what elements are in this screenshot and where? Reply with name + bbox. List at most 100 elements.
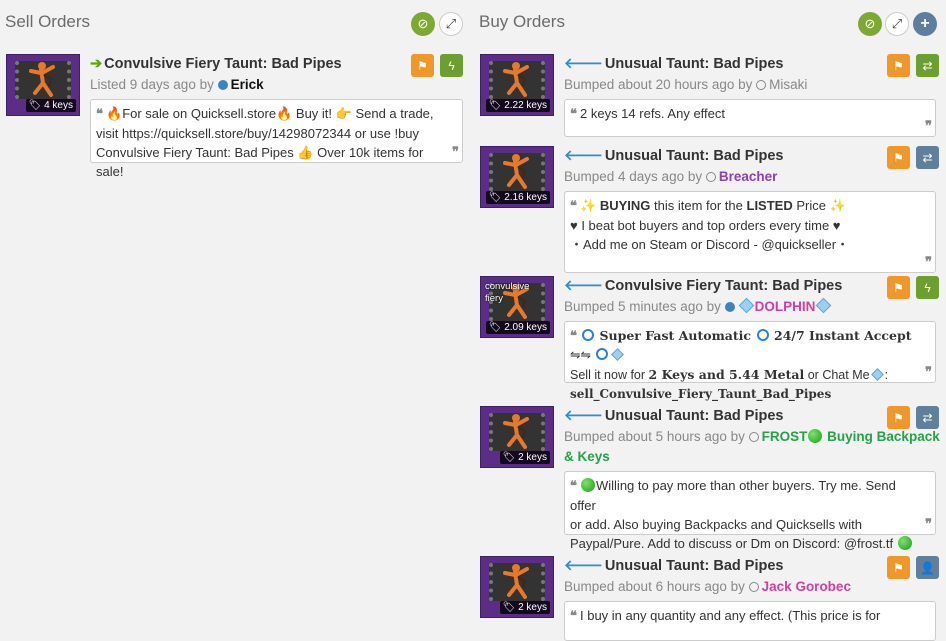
flag-icon: ⚑: [893, 560, 904, 575]
msg-part: ⇋⇋: [570, 348, 591, 362]
item-thumbnail[interactable]: 🏷 2 keys: [480, 556, 554, 618]
item-title-text[interactable]: Unusual Taunt: Bad Pipes: [605, 148, 784, 164]
toggle-visibility-button[interactable]: ⊘: [858, 12, 882, 36]
listing-message: ❝ ✨ BUYING this item for the LISTED Price…: [564, 191, 936, 273]
quote-close-icon: ❞: [925, 517, 932, 532]
add-user-icon: 👤: [920, 560, 935, 575]
item-title[interactable]: 🡐 Unusual Taunt: Bad Pipes: [564, 406, 940, 426]
flag-icon: ⚑: [417, 58, 428, 73]
effect-overlay-text: convulsive fiery: [485, 281, 530, 304]
sparkle-icon: ✨: [580, 198, 597, 213]
expand-button[interactable]: ⤢: [439, 12, 463, 36]
item-title-text[interactable]: Unusual Taunt: Bad Pipes: [605, 56, 784, 72]
quote-open-icon: ❝: [570, 479, 577, 494]
listing-meta: Listed 9 days ago by Erick: [90, 75, 464, 95]
item-thumbnail[interactable]: convulsive fiery 🏷 2.09 keys: [480, 276, 554, 338]
taunt-figure-icon: [503, 152, 529, 189]
report-button[interactable]: ⚑: [887, 556, 910, 579]
eye-slash-icon: ⊘: [417, 16, 429, 31]
lightning-icon: ϟ: [448, 58, 455, 73]
price-tag: 🏷 2 keys: [499, 601, 550, 614]
quote-open-icon: ❝: [570, 199, 577, 214]
cyclone-icon: [582, 329, 594, 341]
item-title[interactable]: 🡐 Unusual Taunt: Bad Pipes: [564, 54, 940, 74]
listing-meta: Bumped 5 minutes ago by DOLPHIN: [564, 297, 940, 317]
listing-content: ➔ Convulsive Fiery Taunt: Bad Pipes Liste…: [90, 54, 464, 179]
meta-text: Listed 9 days ago by: [90, 77, 214, 92]
online-status-icon: [217, 80, 228, 90]
msg-part: or add. Also buying Backpacks and Quicks…: [570, 517, 862, 532]
item-thumbnail[interactable]: 🏷 2.16 keys: [480, 146, 554, 208]
expand-button[interactable]: ⤢: [885, 12, 909, 36]
price-tag: 🏷 2 keys: [499, 451, 550, 464]
msg-part: 2 Keys and 5.44 Metal: [648, 367, 805, 382]
plus-icon: +: [920, 15, 930, 32]
arrow-left-icon: 🡐: [564, 148, 603, 164]
add-buy-order-button[interactable]: +: [913, 12, 937, 36]
item-title[interactable]: 🡐 Unusual Taunt: Bad Pipes: [564, 146, 940, 166]
trade-button[interactable]: ⇄: [916, 54, 939, 77]
arrow-left-icon: 🡐: [564, 56, 603, 72]
msg-part: ♥ I beat bot buyers and top orders every…: [570, 218, 841, 233]
item-title[interactable]: 🡐 Unusual Taunt: Bad Pipes: [564, 556, 940, 576]
listing-meta: Bumped about 20 hours ago by Misaki: [564, 75, 940, 95]
arrow-right-icon: ➔: [90, 56, 103, 72]
item-title-text[interactable]: Unusual Taunt: Bad Pipes: [605, 558, 784, 574]
report-button[interactable]: ⚑: [411, 54, 434, 77]
user-link[interactable]: Buying Backpack: [827, 429, 940, 444]
arrow-left-icon: 🡐: [564, 558, 603, 574]
quote-close-icon: ❞: [925, 365, 932, 380]
price-text: 2.09 keys: [504, 322, 547, 333]
gem-icon: [870, 368, 884, 381]
add-friend-button[interactable]: 👤: [916, 556, 939, 579]
meta-text: Bumped about 6 hours ago by: [564, 579, 745, 594]
user-link[interactable]: DOLPHIN: [755, 299, 816, 314]
item-title[interactable]: ➔ Convulsive Fiery Taunt: Bad Pipes: [90, 54, 464, 74]
item-title-text[interactable]: Convulsive Fiery Taunt: Bad Pipes: [104, 56, 341, 72]
quote-open-icon: ❝: [570, 609, 577, 624]
listing-message: ❝ I buy in any quantity and any effect. (…: [564, 601, 936, 641]
trade-button[interactable]: ⇄: [916, 146, 939, 169]
listing-content: 🡐 Unusual Taunt: Bad Pipes Bumped about 6…: [564, 556, 940, 641]
sparkle-icon: ✨: [829, 198, 846, 213]
report-button[interactable]: ⚑: [887, 146, 910, 169]
user-link[interactable]: Erick: [231, 77, 264, 92]
user-link[interactable]: Breacher: [719, 169, 778, 184]
msg-part: LISTED: [746, 198, 793, 213]
price-tag: 🏷 2.22 keys: [485, 99, 550, 112]
listing-message: ❝ Super Fast Automatic 24/7 Instant Acce…: [564, 321, 936, 401]
price-text: 2 keys: [518, 452, 547, 463]
instant-buy-button[interactable]: ϟ: [440, 54, 463, 77]
user-link[interactable]: Misaki: [769, 77, 807, 92]
listing-message: ❝ 2 keys 14 refs. Any effect ❞: [564, 99, 936, 137]
user-link[interactable]: FROST: [762, 429, 808, 444]
item-title-text[interactable]: Convulsive Fiery Taunt: Bad Pipes: [605, 278, 842, 294]
instant-sell-button[interactable]: ϟ: [916, 276, 939, 299]
listing-content: 🡐 Unusual Taunt: Bad Pipes Bumped about 5…: [564, 406, 940, 551]
listing-content: 🡐 Unusual Taunt: Bad Pipes Bumped about 2…: [564, 54, 940, 137]
report-button[interactable]: ⚑: [887, 406, 910, 429]
user-link[interactable]: Jack Gorobec: [762, 579, 851, 594]
buy-orders-column: Buy Orders ⊘ ⤢ + 🏷 2.22 keys 🡐 Unusual Ta…: [474, 0, 946, 641]
item-thumbnail[interactable]: 🏷 2.22 keys: [480, 54, 554, 116]
exchange-icon: ⇄: [922, 410, 933, 425]
price-text: 2 keys: [518, 602, 547, 613]
quote-open-icon: ❝: [96, 107, 103, 122]
msg-part: Send a trade,: [355, 106, 434, 121]
msg-part: BUYING: [599, 198, 651, 213]
sell-orders-column: Sell Orders ⊘ ⤢ 🏷 4 keys ➔ Convulsive Fie…: [0, 0, 470, 179]
report-button[interactable]: ⚑: [887, 276, 910, 299]
price-tag: 🏷 2.09 keys: [485, 321, 550, 334]
item-title[interactable]: 🡐 Convulsive Fiery Taunt: Bad Pipes: [564, 276, 940, 296]
price-text: 2.16 keys: [504, 192, 547, 203]
user-link[interactable]: & Keys: [564, 449, 610, 464]
toggle-visibility-button[interactable]: ⊘: [411, 12, 435, 36]
quote-open-icon: ❝: [570, 329, 577, 344]
buy-orders-header: Buy Orders ⊘ ⤢ +: [474, 0, 946, 46]
trade-button[interactable]: ⇄: [916, 406, 939, 429]
item-thumbnail[interactable]: 🏷 2 keys: [480, 406, 554, 468]
item-thumbnail[interactable]: 🏷 4 keys: [6, 54, 80, 116]
price-tag: 🏷 4 keys: [25, 99, 76, 112]
report-button[interactable]: ⚑: [887, 54, 910, 77]
item-title-text[interactable]: Unusual Taunt: Bad Pipes: [605, 408, 784, 424]
